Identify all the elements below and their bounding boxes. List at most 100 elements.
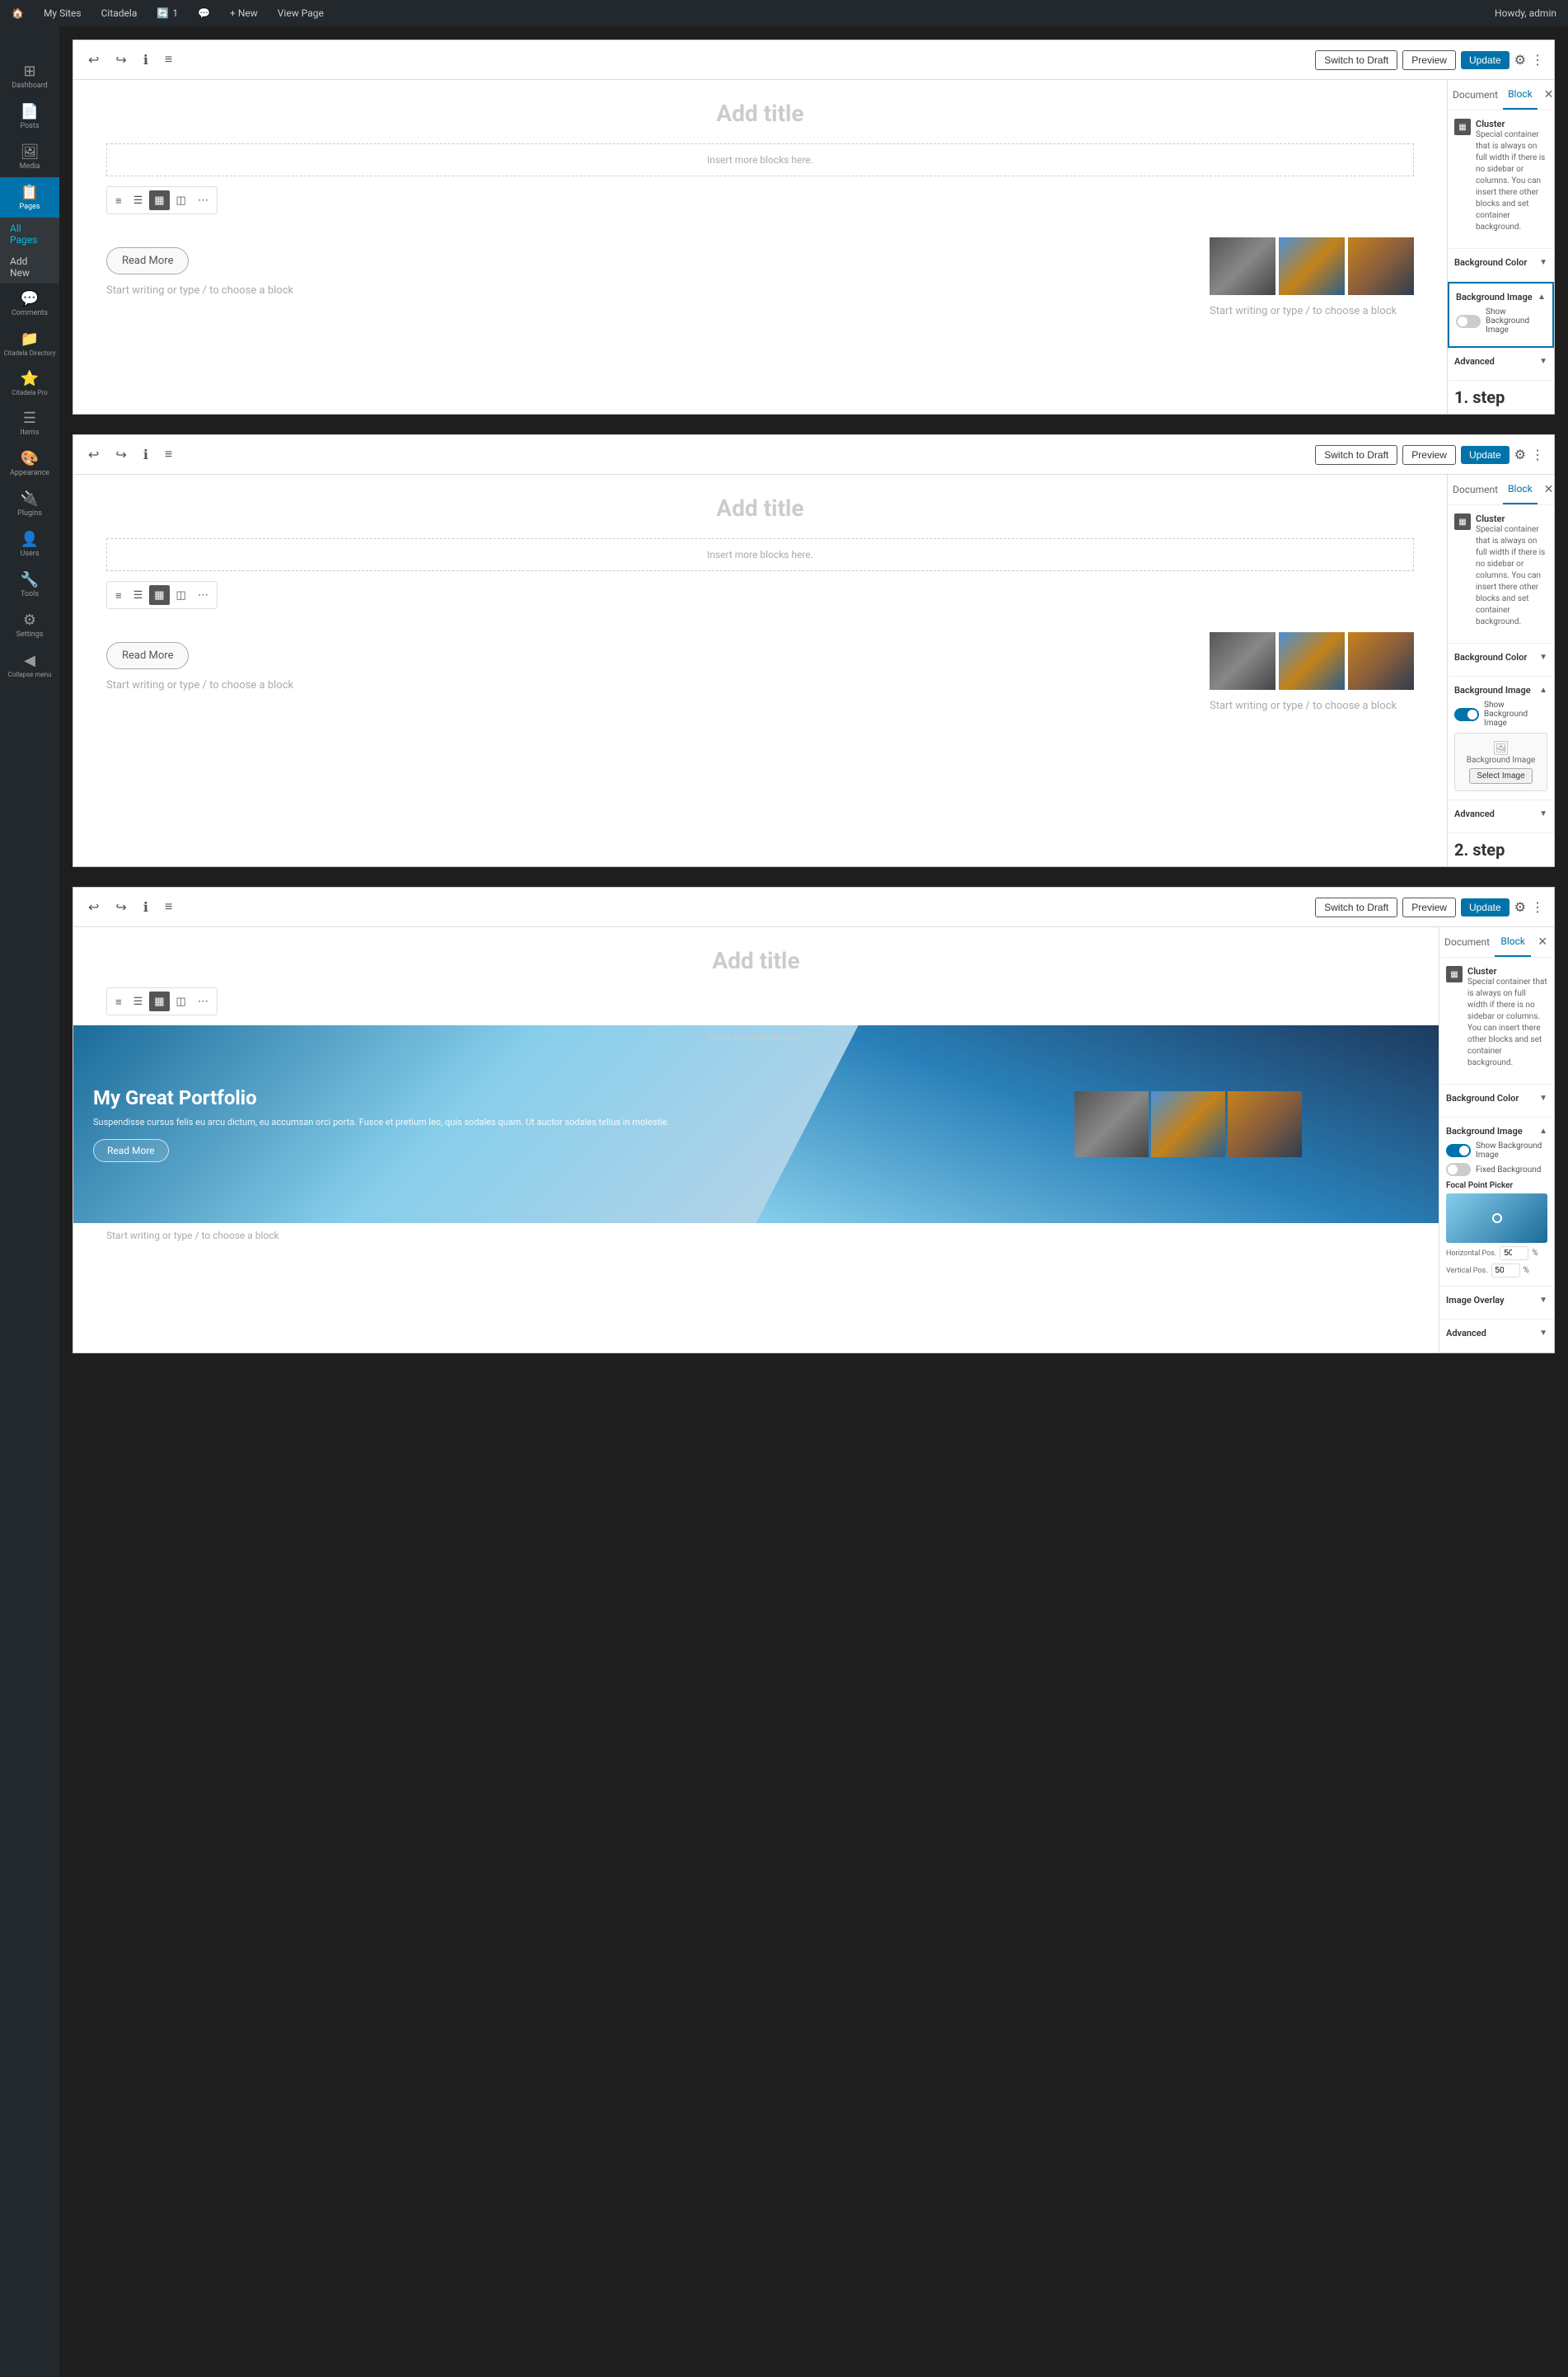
more-options-icon-2[interactable]: ⋮ (1531, 447, 1544, 463)
advanced-header-2[interactable]: Advanced ▼ (1454, 809, 1547, 819)
switch-to-draft-button-2[interactable]: Switch to Draft (1315, 445, 1397, 465)
read-more-button-1[interactable]: Read More (106, 247, 189, 274)
sidebar-item-pages[interactable]: 📋 Pages (0, 177, 59, 218)
switch-to-draft-button-3[interactable]: Switch to Draft (1315, 898, 1397, 917)
show-bg-image-toggle-3[interactable] (1446, 1144, 1471, 1157)
block-tb-btn-4-3[interactable]: ◫ (171, 992, 191, 1011)
admin-bar-comments[interactable]: 💬 (193, 7, 215, 19)
sidebar-item-citadela-directory[interactable]: 📁 Citadela Directory (0, 324, 59, 363)
select-image-button-2[interactable]: Select Image (1469, 768, 1532, 784)
redo-icon-3[interactable]: ↪ (110, 896, 131, 919)
redo-icon-2[interactable]: ↪ (110, 443, 131, 466)
sidebar-item-collapse[interactable]: ◀ Collapse menu (0, 645, 59, 685)
block-tb-btn-2-3[interactable]: ☰ (129, 992, 148, 1011)
preview-button-3[interactable]: Preview (1402, 898, 1456, 917)
block-tb-btn-3[interactable]: ▦ (149, 190, 169, 210)
sidebar-item-users[interactable]: 👤 Users (0, 524, 59, 565)
panel-tab-block-3[interactable]: Block (1495, 927, 1531, 957)
sidebar-item-comments[interactable]: 💬 Comments (0, 284, 59, 324)
panel-tab-document-1[interactable]: Document (1448, 81, 1503, 109)
block-tb-btn-3-2[interactable]: ▦ (149, 585, 169, 605)
sidebar-item-items[interactable]: ☰ Items (0, 403, 59, 443)
redo-icon[interactable]: ↪ (110, 49, 131, 72)
settings-toggle-icon-3[interactable]: ⚙ (1514, 899, 1526, 916)
block-tb-btn-2-2[interactable]: ☰ (129, 585, 148, 605)
sidebar-item-settings[interactable]: ⚙ Settings (0, 605, 59, 645)
list-view-icon-2[interactable]: ≡ (160, 444, 177, 466)
block-tb-btn-1-2[interactable]: ≡ (110, 586, 127, 605)
sidebar-item-plugins[interactable]: 🔌 Plugins (0, 484, 59, 524)
show-bg-image-toggle-1[interactable] (1456, 315, 1481, 328)
settings-toggle-icon-2[interactable]: ⚙ (1514, 447, 1526, 463)
info-icon-3[interactable]: ℹ (138, 896, 153, 919)
read-more-button-2[interactable]: Read More (106, 642, 189, 669)
block-tb-btn-1[interactable]: ≡ (110, 191, 127, 210)
fixed-bg-toggle-3[interactable] (1446, 1163, 1471, 1176)
block-tb-btn-3-3[interactable]: ▦ (149, 992, 169, 1011)
insert-block-area-2[interactable]: Insert more blocks here. (106, 538, 1414, 571)
block-tb-btn-1-3[interactable]: ≡ (110, 992, 127, 1011)
h-pos-input-3[interactable] (1500, 1246, 1528, 1260)
bg-color-header-1[interactable]: Background Color ▼ (1454, 257, 1547, 268)
update-button[interactable]: Update (1461, 51, 1509, 69)
insert-block-area-1[interactable]: Insert more blocks here. (106, 143, 1414, 176)
bg-image-header-1[interactable]: Background Image ▲ (1456, 292, 1546, 302)
bg-color-header-3[interactable]: Background Color ▼ (1446, 1093, 1547, 1104)
page-title-2[interactable]: Add title (106, 495, 1414, 522)
v-pos-input-3[interactable] (1491, 1264, 1520, 1278)
update-button-3[interactable]: Update (1461, 898, 1509, 917)
more-options-icon-3[interactable]: ⋮ (1531, 899, 1544, 916)
sidebar-item-media[interactable]: 🖼 Media (0, 137, 59, 177)
admin-bar-wp-logo[interactable]: 🏠 (7, 7, 29, 19)
page-title-1[interactable]: Add title (106, 100, 1414, 127)
focal-point-box-3[interactable] (1446, 1193, 1547, 1243)
advanced-header-3[interactable]: Advanced ▼ (1446, 1328, 1547, 1339)
block-tb-btn-5[interactable]: ⋯ (193, 190, 213, 210)
bg-image-header-3[interactable]: Background Image ▲ (1446, 1126, 1547, 1137)
undo-icon[interactable]: ↩ (83, 49, 104, 72)
sidebar-item-posts[interactable]: 📄 Posts (0, 96, 59, 137)
panel-close-btn-1[interactable]: ✕ (1538, 82, 1561, 108)
sidebar-item-dashboard[interactable]: ⊞ Dashboard (0, 56, 59, 96)
sidebar-item-appearance[interactable]: 🎨 Appearance (0, 443, 59, 484)
preview-button-2[interactable]: Preview (1402, 445, 1456, 465)
undo-icon-2[interactable]: ↩ (83, 443, 104, 466)
block-tb-btn-5-2[interactable]: ⋯ (193, 585, 213, 605)
sidebar-sub-all-pages[interactable]: All Pages (0, 218, 59, 251)
admin-bar-view-page[interactable]: View Page (273, 7, 329, 19)
sidebar-item-citadela-pro[interactable]: ⭐ Citadela Pro (0, 363, 59, 403)
settings-toggle-icon[interactable]: ⚙ (1514, 52, 1526, 68)
panel-close-btn-2[interactable]: ✕ (1538, 476, 1561, 503)
show-bg-image-toggle-2[interactable] (1454, 708, 1479, 721)
bg-image-header-2[interactable]: Background Image ▲ (1454, 685, 1547, 696)
panel-tab-document-2[interactable]: Document (1448, 476, 1503, 504)
undo-icon-3[interactable]: ↩ (83, 896, 104, 919)
image-overlay-header-3[interactable]: Image Overlay ▼ (1446, 1295, 1547, 1306)
sidebar-sub-add-new[interactable]: Add New (0, 251, 59, 284)
panel-tab-block-1[interactable]: Block (1503, 80, 1538, 110)
advanced-header-1[interactable]: Advanced ▼ (1454, 356, 1547, 367)
admin-bar-new[interactable]: + New (225, 7, 263, 19)
panel-close-btn-3[interactable]: ✕ (1531, 929, 1554, 955)
page-title-3[interactable]: Add title (106, 947, 1406, 974)
preview-button[interactable]: Preview (1402, 50, 1456, 70)
admin-bar-site-name[interactable]: Citadela (96, 7, 143, 19)
admin-bar-my-sites[interactable]: My Sites (39, 7, 87, 19)
more-options-icon[interactable]: ⋮ (1531, 52, 1544, 68)
info-icon[interactable]: ℹ (138, 49, 153, 72)
list-view-icon[interactable]: ≡ (160, 49, 177, 71)
update-button-2[interactable]: Update (1461, 446, 1509, 464)
block-tb-btn-4-2[interactable]: ◫ (171, 585, 191, 605)
block-tb-btn-2[interactable]: ☰ (129, 190, 148, 210)
insert-placeholder-3[interactable]: Insert more blocks here. (620, 1032, 892, 1043)
block-tb-btn-5-3[interactable]: ⋯ (193, 992, 213, 1011)
panel-tab-block-2[interactable]: Block (1503, 475, 1538, 504)
list-view-icon-3[interactable]: ≡ (160, 897, 177, 918)
bg-color-header-2[interactable]: Background Color ▼ (1454, 652, 1547, 663)
info-icon-2[interactable]: ℹ (138, 443, 153, 466)
portfolio-read-more-3[interactable]: Read More (93, 1139, 169, 1162)
sidebar-item-tools[interactable]: 🔧 Tools (0, 565, 59, 605)
panel-tab-document-3[interactable]: Document (1439, 928, 1495, 956)
block-tb-btn-4[interactable]: ◫ (171, 190, 191, 210)
switch-to-draft-button[interactable]: Switch to Draft (1315, 50, 1397, 70)
